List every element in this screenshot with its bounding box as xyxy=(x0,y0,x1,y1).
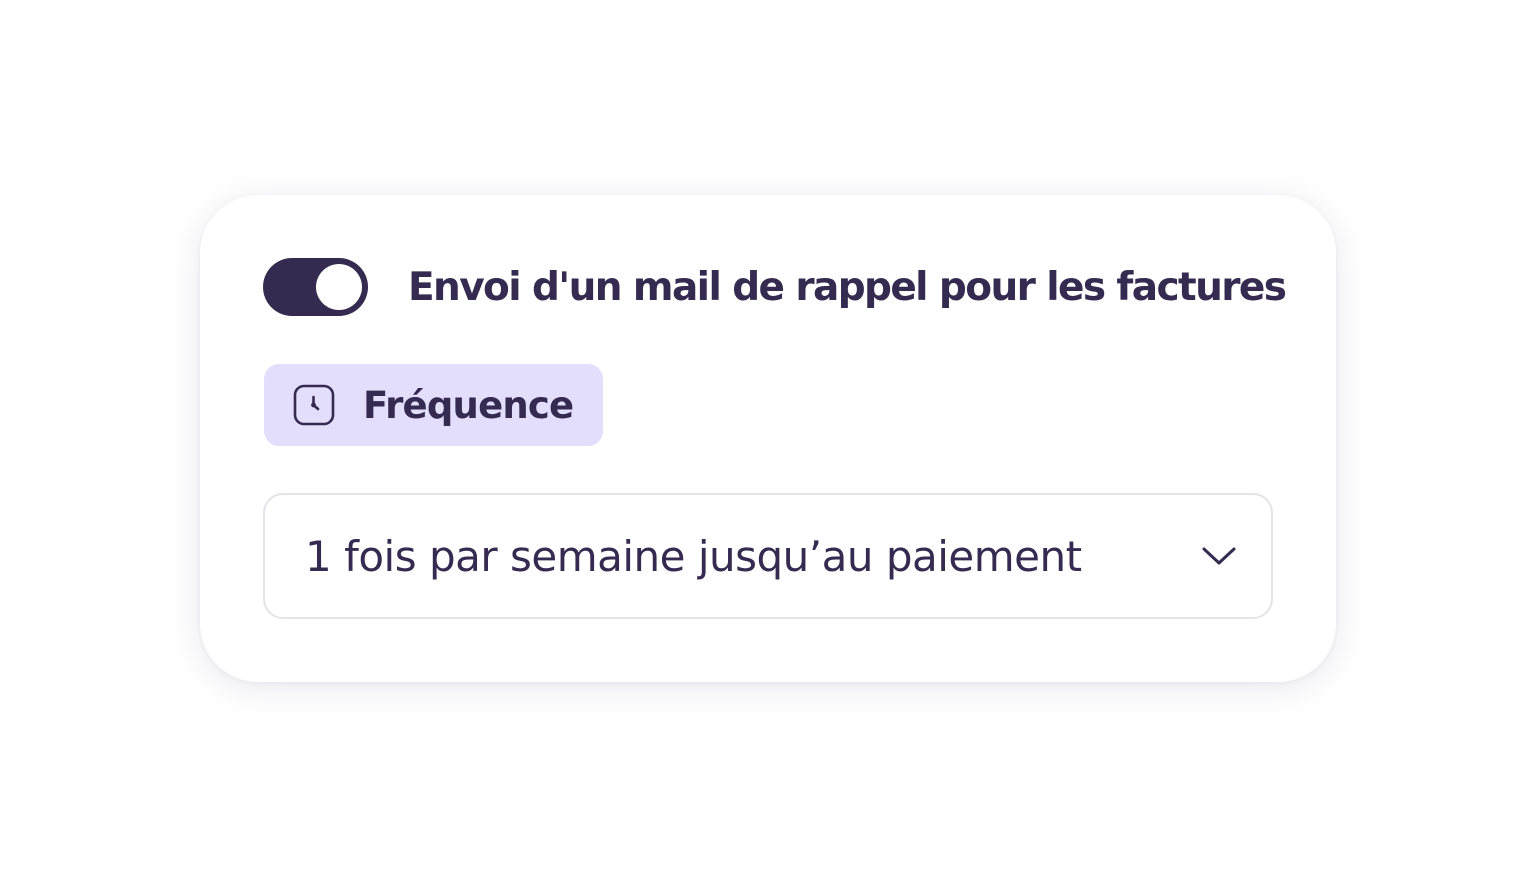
frequency-select[interactable]: 1 fois par semaine jusqu’au paiement xyxy=(263,493,1273,619)
chevron-down-icon xyxy=(1202,547,1236,565)
reminder-settings-card: Envoi d'un mail de rappel pour les factu… xyxy=(200,195,1336,682)
reminder-toggle-label: Envoi d'un mail de rappel pour les factu… xyxy=(408,264,1287,310)
frequency-badge: Fréquence xyxy=(264,364,603,446)
reminder-toggle[interactable] xyxy=(263,258,368,316)
frequency-select-value: 1 fois par semaine jusqu’au paiement xyxy=(305,531,1082,581)
frequency-label: Fréquence xyxy=(363,383,574,427)
clock-icon xyxy=(293,384,335,426)
reminder-toggle-row: Envoi d'un mail de rappel pour les factu… xyxy=(263,258,1287,316)
toggle-knob xyxy=(316,264,362,310)
